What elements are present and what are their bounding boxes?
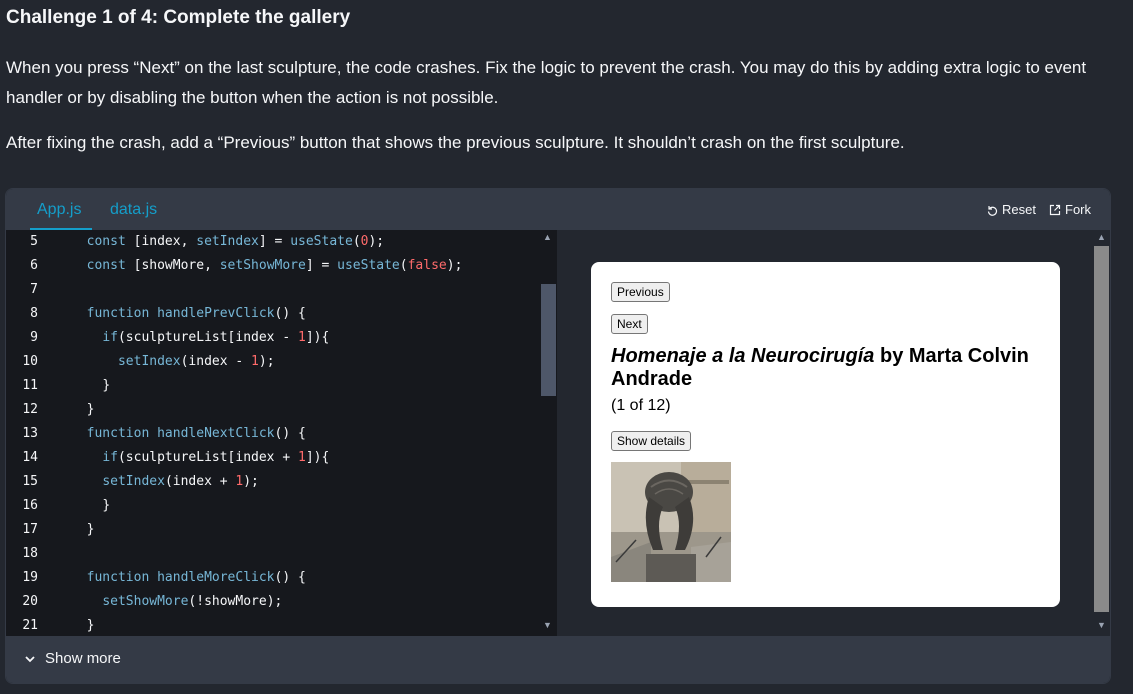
line-number: 20 xyxy=(22,594,38,609)
line-number: 16 xyxy=(22,498,38,513)
code-line[interactable]: 18 xyxy=(6,542,557,566)
fork-label: Fork xyxy=(1065,202,1091,217)
code-text: } xyxy=(86,522,95,537)
code-text: } xyxy=(102,498,111,513)
code-line[interactable]: 14 if(sculptureList[index + 1]){ xyxy=(6,446,557,470)
show-more-label: Show more xyxy=(45,650,121,667)
next-button[interactable]: Next xyxy=(611,314,648,334)
code-line[interactable]: 9 if(sculptureList[index - 1]){ xyxy=(6,326,557,350)
line-number: 19 xyxy=(22,570,38,585)
code-line[interactable]: 10 setIndex(index - 1); xyxy=(6,350,557,374)
sandbox: App.js data.js Reset Fork 5 const [index… xyxy=(5,188,1111,684)
line-number: 18 xyxy=(22,546,38,561)
show-details-button[interactable]: Show details xyxy=(611,431,692,451)
show-more-button[interactable]: Show more xyxy=(6,636,1110,683)
preview-scroll-down-icon[interactable]: ▼ xyxy=(1097,620,1106,630)
code-text: function handlePrevClick() { xyxy=(86,306,306,321)
code-text: setIndex(index + 1); xyxy=(102,474,259,489)
chevron-down-icon xyxy=(25,656,35,663)
line-number: 21 xyxy=(22,618,38,633)
line-number: 10 xyxy=(22,354,38,369)
code-line[interactable]: 13 function handleNextClick() { xyxy=(6,422,557,446)
tab-app-js[interactable]: App.js xyxy=(37,201,81,219)
code-line[interactable]: 17 } xyxy=(6,518,557,542)
editor-scroll-thumb[interactable] xyxy=(541,284,556,396)
previous-button[interactable]: Previous xyxy=(611,282,670,302)
line-number: 7 xyxy=(30,282,38,297)
challenge-prefix: Challenge 1 of 4: xyxy=(6,7,159,28)
challenge-instruction: After fixing the crash, add a “Previous”… xyxy=(6,133,905,152)
code-text: if(sculptureList[index + 1]){ xyxy=(102,450,330,465)
code-line[interactable]: 11 } xyxy=(6,374,557,398)
code-line[interactable]: 12 } xyxy=(6,398,557,422)
gallery-card: Previous Next Homenaje a la Neurocirugía… xyxy=(591,262,1060,607)
code-text: function handleNextClick() { xyxy=(86,426,306,441)
code-text: } xyxy=(86,618,95,633)
external-link-icon xyxy=(1049,204,1061,215)
challenge-description: When you press “Next” on the last sculpt… xyxy=(6,58,1087,107)
line-number: 14 xyxy=(22,450,38,465)
sculpture-name: Homenaje a la Neurocirugía xyxy=(611,345,875,367)
challenge-title: Complete the gallery xyxy=(163,7,351,28)
code-text: function handleMoreClick() { xyxy=(86,570,306,585)
reset-icon xyxy=(987,205,998,216)
line-number: 15 xyxy=(22,474,38,489)
tab-data-js[interactable]: data.js xyxy=(110,201,157,219)
code-line[interactable]: 8 function handlePrevClick() { xyxy=(6,302,557,326)
line-number: 12 xyxy=(22,402,38,417)
line-number: 6 xyxy=(30,258,38,273)
fork-button[interactable]: Fork xyxy=(1049,202,1091,217)
code-text: } xyxy=(86,402,95,417)
line-number: 13 xyxy=(22,426,38,441)
sculpture-image xyxy=(611,462,731,582)
code-line[interactable]: 5 const [index, setIndex] = useState(0); xyxy=(6,230,557,254)
line-number: 9 xyxy=(30,330,38,345)
code-line[interactable]: 6 const [showMore, setShowMore] = useSta… xyxy=(6,254,557,278)
sculpture-counter: (1 of 12) xyxy=(611,397,671,414)
code-line[interactable]: 16 } xyxy=(6,494,557,518)
editor-scrollbar[interactable]: ▲ ▼ xyxy=(539,230,557,636)
code-line[interactable]: 20 setShowMore(!showMore); xyxy=(6,590,557,614)
preview-scrollbar[interactable]: ▲ ▼ xyxy=(1093,230,1110,636)
preview-scroll-up-icon[interactable]: ▲ xyxy=(1097,232,1106,242)
code-line[interactable]: 21 } xyxy=(6,614,557,636)
code-text: setShowMore(!showMore); xyxy=(102,594,283,609)
line-number: 17 xyxy=(22,522,38,537)
code-line[interactable]: 15 setIndex(index + 1); xyxy=(6,470,557,494)
code-text: setIndex(index - 1); xyxy=(117,354,275,369)
preview-pane: Previous Next Homenaje a la Neurocirugía… xyxy=(557,230,1110,636)
code-text: const [showMore, setShowMore] = useState… xyxy=(86,258,463,273)
sculpture-title: Homenaje a la Neurocirugía by Marta Colv… xyxy=(611,345,1041,391)
code-line[interactable]: 19 function handleMoreClick() { xyxy=(6,566,557,590)
challenge-heading: Challenge 1 of 4: Complete the gallery xyxy=(6,7,350,29)
code-line[interactable]: 7 xyxy=(6,278,557,302)
code-text: const [index, setIndex] = useState(0); xyxy=(86,234,385,249)
preview-scroll-thumb[interactable] xyxy=(1094,246,1109,612)
scroll-up-icon[interactable]: ▲ xyxy=(543,232,552,242)
scroll-down-icon[interactable]: ▼ xyxy=(543,620,552,630)
line-number: 8 xyxy=(30,306,38,321)
reset-label: Reset xyxy=(1002,202,1036,217)
code-text: } xyxy=(102,378,111,393)
sandbox-tabbar: App.js data.js Reset Fork xyxy=(6,189,1110,230)
code-editor[interactable]: 5 const [index, setIndex] = useState(0);… xyxy=(6,230,557,636)
reset-button[interactable]: Reset xyxy=(986,202,1036,217)
code-text: if(sculptureList[index - 1]){ xyxy=(102,330,330,345)
line-number: 11 xyxy=(22,378,38,393)
line-number: 5 xyxy=(30,234,38,249)
